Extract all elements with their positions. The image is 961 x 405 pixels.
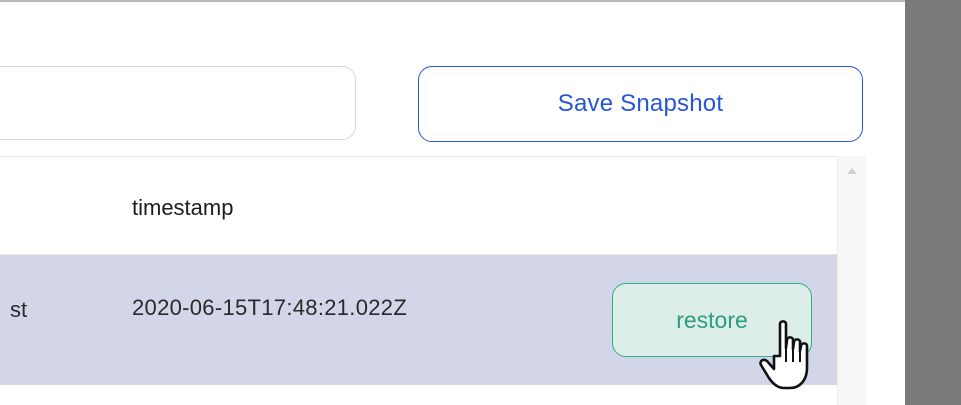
hand-pointer-icon (759, 320, 809, 390)
snapshot-name-input[interactable] (0, 66, 356, 140)
snapshot-timestamp-cell: 2020-06-15T17:48:21.022Z (132, 295, 408, 320)
modal-backdrop (905, 0, 961, 405)
table-header: timestamp (0, 157, 837, 255)
column-header-timestamp: timestamp (132, 195, 234, 220)
table-scrollbar[interactable] (837, 156, 866, 405)
scroll-up-arrow-icon[interactable] (847, 168, 857, 174)
table-row[interactable]: st 2020-06-15T17:48:21.022Z restore (0, 255, 837, 385)
table-row-next (0, 385, 837, 405)
snapshots-table: timestamp st 2020-06-15T17:48:21.022Z re… (0, 156, 866, 405)
snapshot-name-cell: st (10, 297, 28, 322)
snapshots-page: Save Snapshot timestamp st 2020-06-15T17… (0, 0, 961, 405)
save-snapshot-button[interactable]: Save Snapshot (418, 66, 863, 142)
